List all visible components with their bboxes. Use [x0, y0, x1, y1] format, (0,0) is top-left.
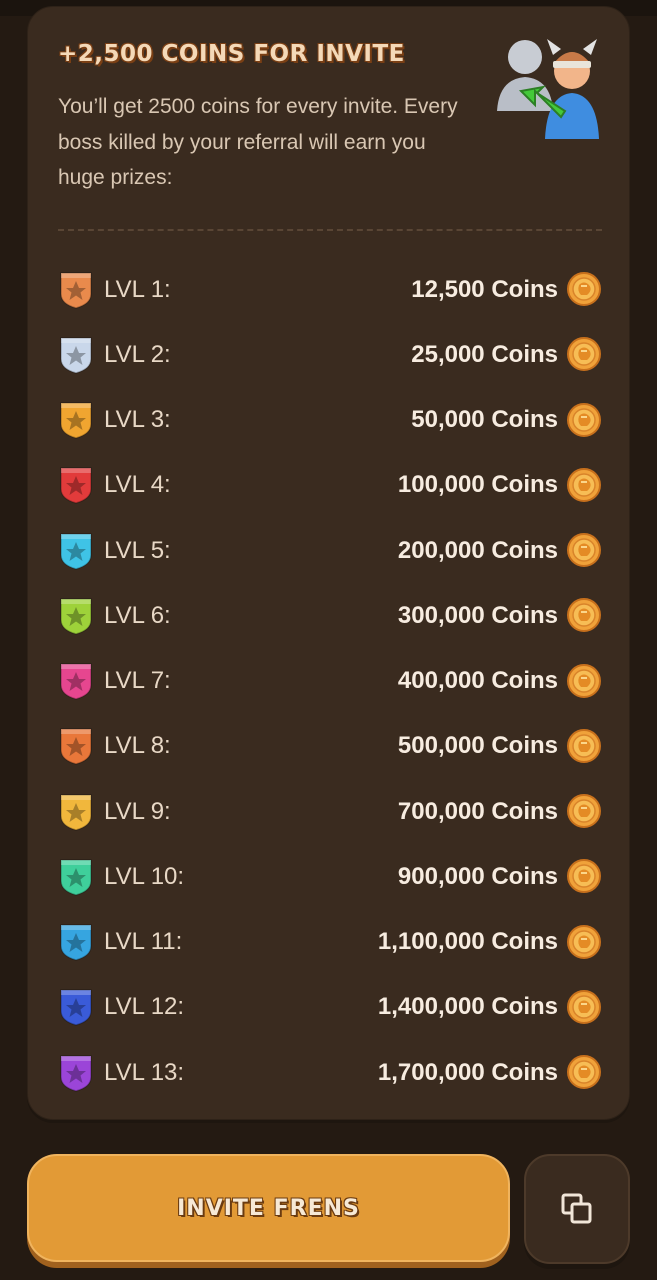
coin-icon	[567, 467, 601, 502]
coin-icon	[567, 794, 601, 828]
level-label: LVL 5:	[104, 536, 171, 564]
level-row: LVL 9: 700,000 Coins	[58, 779, 602, 844]
coin-icon	[567, 337, 601, 372]
coin-icon	[567, 859, 601, 894]
card-title: +2,500 COINS FOR INVITE	[58, 41, 405, 67]
level-row: LVL 13: 1,700,000 Coins	[58, 1040, 602, 1105]
level-row: LVL 7: 400,000 Coins	[58, 649, 602, 714]
level-row: LVL 6: 300,000 Coins	[58, 583, 602, 648]
level-reward: 500,000 Coins	[397, 732, 558, 760]
level-badge-icon	[58, 531, 94, 571]
level-reward: 50,000 Coins	[411, 406, 558, 434]
copy-icon	[561, 1193, 592, 1224]
level-badge-icon	[58, 270, 94, 310]
level-row: LVL 12: 1,400,000 Coins	[58, 975, 602, 1040]
level-reward: 1,400,000 Coins	[377, 993, 558, 1021]
level-label: LVL 8:	[104, 732, 171, 760]
level-label: LVL 10:	[104, 862, 185, 890]
level-label: LVL 4:	[104, 471, 171, 499]
level-label: LVL 13:	[104, 1058, 185, 1086]
card-description: You’ll get 2500 coins for every invite. …	[58, 95, 458, 189]
level-reward: 100,000 Coins	[397, 471, 558, 499]
level-badge-icon	[58, 335, 94, 375]
level-label: LVL 3:	[104, 406, 171, 434]
copy-link-button[interactable]	[524, 1154, 630, 1264]
level-row: LVL 2: 25,000 Coins	[58, 322, 602, 387]
level-reward: 200,000 Coins	[397, 536, 558, 564]
level-label: LVL 7:	[104, 667, 171, 695]
level-label: LVL 6:	[104, 601, 171, 629]
level-row: LVL 10: 900,000 Coins	[58, 844, 602, 909]
coin-icon	[567, 402, 601, 437]
level-label: LVL 2:	[104, 340, 171, 368]
level-reward: 900,000 Coins	[397, 862, 558, 890]
level-reward: 700,000 Coins	[397, 797, 558, 825]
level-reward: 25,000 Coins	[411, 340, 558, 368]
coin-icon	[567, 924, 601, 959]
coin-icon	[567, 728, 601, 763]
level-badge-icon	[58, 987, 94, 1027]
level-badge-icon	[58, 922, 94, 962]
level-row: LVL 1: 12,500 Coins	[58, 257, 602, 322]
level-badge-icon	[58, 400, 94, 440]
level-reward: 1,700,000 Coins	[377, 1058, 558, 1086]
level-reward: 1,100,000 Coins	[377, 928, 558, 956]
level-row: LVL 3: 50,000 Coins	[58, 388, 602, 453]
invite-frens-button[interactable]: INVITE FRENS	[27, 1154, 510, 1262]
level-reward: 400,000 Coins	[397, 667, 558, 695]
level-reward-list: LVL 1: 12,500 Coins LVL 2: 25,000 Coins LVL …	[58, 257, 602, 1105]
referral-rewards-card: +2,500 COINS FOR INVITE You’ll get 2500 …	[27, 6, 630, 1120]
level-badge-icon	[58, 596, 94, 636]
section-divider	[58, 229, 602, 231]
coin-icon	[567, 663, 601, 698]
level-badge-icon	[58, 726, 94, 766]
level-label: LVL 12:	[104, 993, 185, 1021]
coin-icon	[567, 598, 601, 633]
level-badge-icon	[58, 792, 94, 832]
invite-button-label: INVITE FRENS	[177, 1195, 360, 1221]
level-label: LVL 9:	[104, 797, 171, 825]
coin-icon	[567, 1055, 601, 1089]
level-badge-icon	[58, 1053, 94, 1093]
level-row: LVL 11: 1,100,000 Coins	[58, 910, 602, 975]
level-badge-icon	[58, 857, 94, 897]
level-reward: 300,000 Coins	[397, 601, 558, 629]
level-label: LVL 1:	[104, 275, 171, 303]
coin-icon	[567, 533, 601, 567]
level-label: LVL 11:	[104, 928, 183, 956]
referral-viking-icon	[497, 39, 599, 139]
coin-icon	[567, 272, 601, 306]
level-row: LVL 5: 200,000 Coins	[58, 518, 602, 583]
level-badge-icon	[58, 465, 94, 505]
level-reward: 12,500 Coins	[411, 275, 558, 303]
level-badge-icon	[58, 661, 94, 701]
coin-icon	[567, 989, 601, 1024]
level-row: LVL 8: 500,000 Coins	[58, 714, 602, 779]
level-row: LVL 4: 100,000 Coins	[58, 453, 602, 518]
